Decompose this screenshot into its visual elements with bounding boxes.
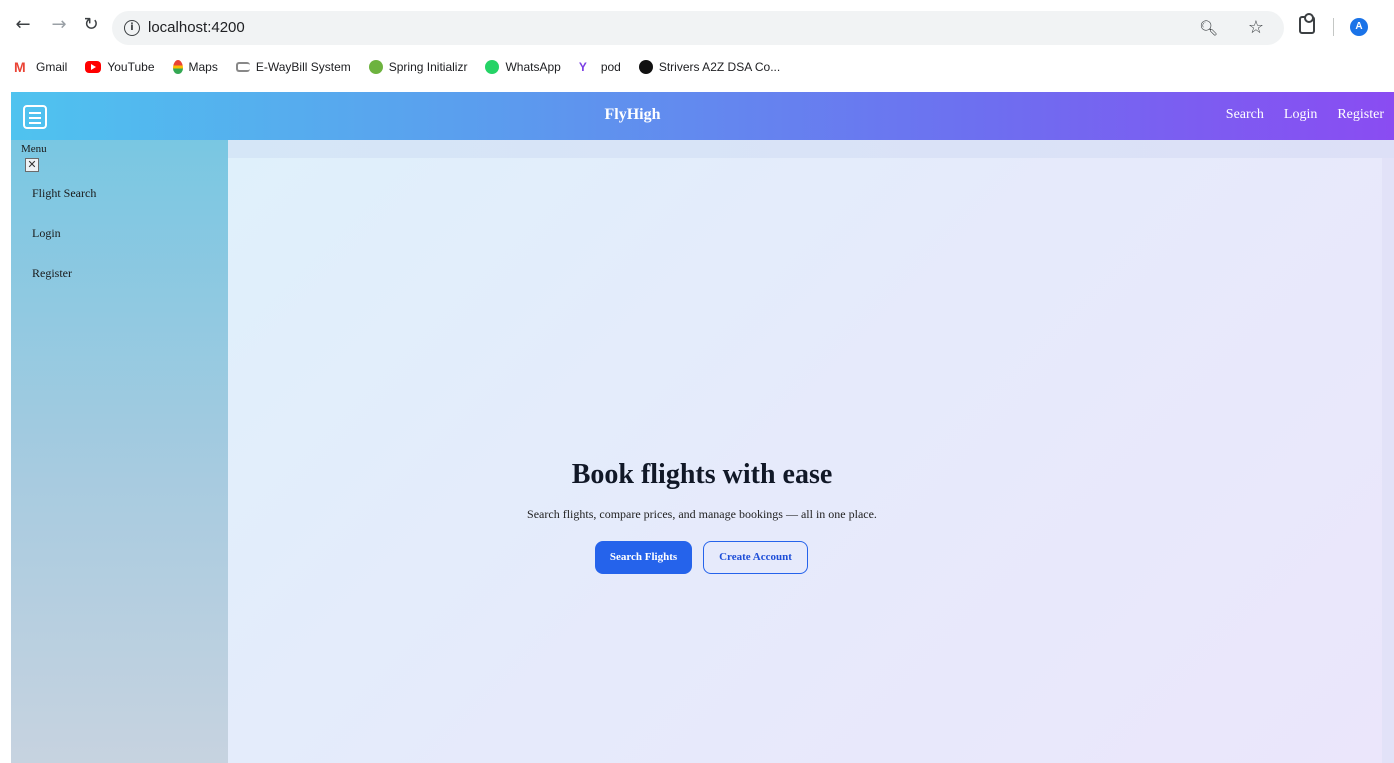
bookmark-whatsapp[interactable]: WhatsApp (485, 60, 561, 74)
sidebar-item-flight-search[interactable]: Flight Search (32, 186, 96, 201)
bookmark-label: pod (600, 60, 621, 74)
bookmark-star-icon[interactable]: ☆ (1248, 17, 1264, 38)
toolbar-divider (1333, 18, 1334, 36)
forward-icon[interactable]: → (48, 14, 70, 36)
nav-link-search[interactable]: Search (1226, 107, 1264, 123)
nav-link-register[interactable]: Register (1337, 107, 1384, 123)
close-icon[interactable]: ✕ (25, 158, 39, 172)
zoom-icon[interactable]: 🔍︎ (1199, 19, 1218, 37)
bookmark-label: Spring Initializr (388, 60, 468, 74)
bookmark-label: YouTube (107, 60, 155, 74)
bookmark-ewaybill[interactable]: E-WayBill System (235, 60, 351, 74)
hero-section: Book flights with ease Search flights, c… (228, 158, 1382, 763)
app-header: FlyHigh Search Login Register (11, 92, 1394, 140)
ewaybill-icon (235, 62, 250, 72)
address-bar[interactable]: i localhost:4200 🔍︎ ☆ (112, 11, 1284, 45)
bookmark-label: Gmail (36, 60, 68, 74)
brand-title[interactable]: FlyHigh (11, 106, 1254, 124)
bookmark-youtube[interactable]: YouTube (85, 60, 155, 74)
reload-icon[interactable]: ↻ (80, 14, 102, 36)
extensions-icon[interactable] (1299, 13, 1315, 34)
nav-link-login[interactable]: Login (1284, 107, 1317, 123)
bookmark-label: Maps (188, 60, 218, 74)
bookmark-maps[interactable]: Maps (172, 60, 218, 74)
url-text[interactable]: localhost:4200 (148, 19, 245, 36)
bookmark-gmail[interactable]: M Gmail (14, 60, 67, 74)
pod-icon: Y (578, 60, 587, 74)
sidebar: Menu ✕ Flight Search Login Register (11, 140, 228, 763)
create-account-button[interactable]: Create Account (703, 541, 808, 574)
bookmark-label: WhatsApp (505, 60, 561, 74)
bookmark-label: E-WayBill System (255, 60, 351, 74)
browser-chrome: ← → ↻ i localhost:4200 🔍︎ ☆ A M Gmail You… (0, 0, 1394, 92)
sidebar-item-login[interactable]: Login (32, 226, 61, 241)
spring-icon (368, 60, 383, 74)
youtube-icon (85, 61, 102, 73)
bookmark-pod[interactable]: Ypod (579, 60, 621, 74)
bookmarks-bar: M Gmail YouTube Maps E-WayBill System Spr… (14, 58, 798, 76)
site-info-icon[interactable]: i (124, 20, 140, 36)
gmail-icon: M (14, 59, 26, 75)
profile-avatar[interactable]: A (1350, 18, 1368, 36)
flyhigh-app: FlyHigh Search Login Register Menu ✕ Fli… (11, 92, 1394, 763)
hero-subtitle: Search flights, compare prices, and mana… (527, 507, 877, 521)
header-nav: Search Login Register (1206, 107, 1384, 123)
hero-title: Book flights with ease (571, 459, 833, 490)
tuf-icon (638, 60, 653, 74)
whatsapp-icon (485, 60, 500, 74)
back-icon[interactable]: ← (12, 14, 34, 36)
bookmark-spring[interactable]: Spring Initializr (368, 60, 468, 74)
sidebar-title: Menu (21, 143, 47, 155)
content-scroll-edge (1382, 158, 1394, 763)
bookmark-strivers[interactable]: Strivers A2Z DSA Co... (638, 60, 781, 74)
search-flights-button[interactable]: Search Flights (595, 541, 692, 574)
content-top-strip (228, 140, 1394, 158)
maps-icon (172, 60, 183, 74)
bookmark-label: Strivers A2Z DSA Co... (658, 60, 781, 74)
sidebar-item-register[interactable]: Register (32, 266, 72, 281)
